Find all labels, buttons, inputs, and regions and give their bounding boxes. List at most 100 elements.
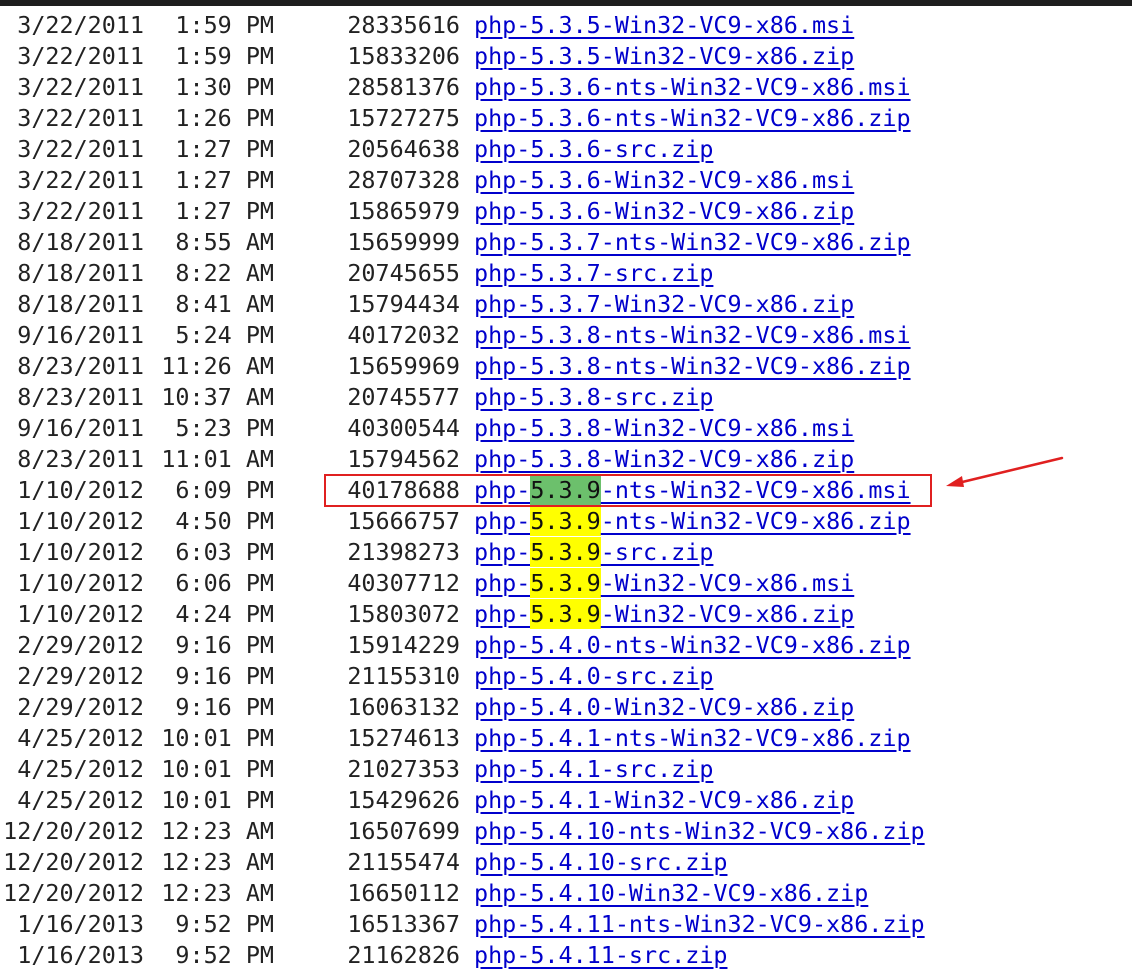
file-size: 15659969 [347,352,460,380]
version-highlight: 5.3.9 [530,475,601,505]
listing-row: 1/10/2012 6:03 PM 21398273 php-5.3.9-src.zi… [0,537,1132,568]
file-time: 1:59 PM [175,11,274,39]
file-link[interactable]: php-5.3.6-src.zip [474,134,713,165]
file-time: 12:23 AM [161,848,274,876]
file-link-suffix: -nts-Win32-VC9-x86.zip [600,507,911,535]
file-date: 8/23/2011 [17,445,144,473]
listing-row: 8/18/2011 8:22 AM 20745655 php-5.3.7-src.zi… [0,258,1132,289]
file-link[interactable]: php-5.4.0-nts-Win32-VC9-x86.zip [474,630,911,661]
file-time: 9:16 PM [175,631,274,659]
file-link[interactable]: php-5.3.5-Win32-VC9-x86.zip [474,41,854,72]
listing-row: 8/23/2011 11:26 AM 15659969 php-5.3.8-nts-W… [0,351,1132,382]
file-date: 12/20/2012 [3,817,144,845]
listing-row: 3/22/2011 1:26 PM 15727275 php-5.3.6-nts-Wi… [0,103,1132,134]
file-size: 15794562 [347,445,460,473]
file-time: 10:01 PM [161,786,274,814]
file-size: 21155474 [347,848,460,876]
file-date: 2/29/2012 [17,693,144,721]
file-link[interactable]: php-5.3.7-Win32-VC9-x86.zip [474,289,854,320]
file-link[interactable]: php-5.3.9-src.zip [474,537,713,568]
file-link[interactable]: php-5.3.7-src.zip [474,258,713,289]
file-link-prefix: php- [474,538,531,566]
file-link[interactable]: php-5.3.6-Win32-VC9-x86.zip [474,196,854,227]
listing-row: 1/10/2012 4:50 PM 15666757 php-5.3.9-nts-Wi… [0,506,1132,537]
file-link[interactable]: php-5.3.7-nts-Win32-VC9-x86.zip [474,227,911,258]
file-date: 8/18/2011 [17,290,144,318]
file-link[interactable]: php-5.3.6-nts-Win32-VC9-x86.zip [474,103,911,134]
listing-row: 2/29/2012 9:16 PM 15914229 php-5.4.0-nts-Wi… [0,630,1132,661]
listing-row: 1/10/2012 4:24 PM 15803072 php-5.3.9-Win32-… [0,599,1132,630]
directory-listing: 3/22/2011 1:59 PM 28335616 php-5.3.5-Win32-… [0,10,1132,971]
window-top-edge [0,0,1132,6]
file-date: 3/22/2011 [17,135,144,163]
file-time: 1:27 PM [175,197,274,225]
file-size: 21027353 [347,755,460,783]
file-link[interactable]: php-5.4.1-Win32-VC9-x86.zip [474,785,854,816]
file-link[interactable]: php-5.3.5-Win32-VC9-x86.msi [474,10,854,41]
file-size: 28581376 [347,73,460,101]
file-date: 9/16/2011 [17,321,144,349]
file-link[interactable]: php-5.4.0-Win32-VC9-x86.zip [474,692,854,723]
file-size: 15274613 [347,724,460,752]
listing-row: 9/16/2011 5:24 PM 40172032 php-5.3.8-nts-Wi… [0,320,1132,351]
file-size: 15727275 [347,104,460,132]
file-size: 15659999 [347,228,460,256]
file-link[interactable]: php-5.3.9-nts-Win32-VC9-x86.zip [474,506,911,537]
file-date: 8/23/2011 [17,352,144,380]
file-time: 5:24 PM [175,321,274,349]
file-time: 1:27 PM [175,166,274,194]
file-link[interactable]: php-5.3.8-Win32-VC9-x86.zip [474,444,854,475]
file-link[interactable]: php-5.3.9-Win32-VC9-x86.msi [474,568,854,599]
file-link[interactable]: php-5.4.10-src.zip [474,847,727,878]
file-link[interactable]: php-5.3.9-nts-Win32-VC9-x86.msi [474,475,911,506]
file-link[interactable]: php-5.4.11-nts-Win32-VC9-x86.zip [474,909,925,940]
file-time: 6:09 PM [175,476,274,504]
file-link-suffix: -Win32-VC9-x86.zip [600,600,855,628]
file-date: 12/20/2012 [3,879,144,907]
file-link-suffix: -Win32-VC9-x86.msi [600,569,855,597]
listing-row: 3/22/2011 1:59 PM 28335616 php-5.3.5-Win32-… [0,10,1132,41]
listing-row: 3/22/2011 1:27 PM 28707328 php-5.3.6-Win32-… [0,165,1132,196]
file-size: 16507699 [347,817,460,845]
listing-row: 1/16/2013 9:52 PM 16513367 php-5.4.11-nts-W… [0,909,1132,940]
file-time: 8:55 AM [175,228,274,256]
file-link[interactable]: php-5.3.8-nts-Win32-VC9-x86.msi [474,320,911,351]
listing-row: 8/18/2011 8:41 AM 15794434 php-5.3.7-Win32-… [0,289,1132,320]
file-time: 8:22 AM [175,259,274,287]
file-link[interactable]: php-5.3.6-nts-Win32-VC9-x86.msi [474,72,911,103]
file-size: 40300544 [347,414,460,442]
file-size: 15803072 [347,600,460,628]
file-size: 16063132 [347,693,460,721]
file-date: 3/22/2011 [17,73,144,101]
listing-row: 3/22/2011 1:59 PM 15833206 php-5.3.5-Win32-… [0,41,1132,72]
file-link[interactable]: php-5.4.10-nts-Win32-VC9-x86.zip [474,816,925,847]
file-link[interactable]: php-5.3.9-Win32-VC9-x86.zip [474,599,854,630]
file-time: 4:50 PM [175,507,274,535]
file-link[interactable]: php-5.4.1-src.zip [474,754,713,785]
listing-row: 8/23/2011 10:37 AM 20745577 php-5.3.8-src.z… [0,382,1132,413]
listing-row: 1/10/2012 6:06 PM 40307712 php-5.3.9-Win32-… [0,568,1132,599]
file-date: 3/22/2011 [17,197,144,225]
listing-row: 1/10/2012 6:09 PM 40178688 php-5.3.9-nts-Wi… [0,475,1132,506]
file-link[interactable]: php-5.4.10-Win32-VC9-x86.zip [474,878,868,909]
file-date: 1/10/2012 [17,538,144,566]
file-size: 15794434 [347,290,460,318]
listing-row: 8/18/2011 8:55 AM 15659999 php-5.3.7-nts-Wi… [0,227,1132,258]
file-link[interactable]: php-5.4.1-nts-Win32-VC9-x86.zip [474,723,911,754]
file-size: 28707328 [347,166,460,194]
listing-row: 9/16/2011 5:23 PM 40300544 php-5.3.8-Win32-… [0,413,1132,444]
version-highlight: 5.3.9 [530,537,601,567]
file-time: 9:16 PM [175,693,274,721]
file-time: 1:30 PM [175,73,274,101]
file-link[interactable]: php-5.3.6-Win32-VC9-x86.msi [474,165,854,196]
file-link[interactable]: php-5.3.8-src.zip [474,382,713,413]
file-link[interactable]: php-5.3.8-nts-Win32-VC9-x86.zip [474,351,911,382]
file-size: 20745655 [347,259,460,287]
file-size: 15914229 [347,631,460,659]
file-link[interactable]: php-5.4.0-src.zip [474,661,713,692]
file-time: 1:26 PM [175,104,274,132]
file-time: 12:23 AM [161,879,274,907]
file-size: 15865979 [347,197,460,225]
file-link[interactable]: php-5.3.8-Win32-VC9-x86.msi [474,413,854,444]
listing-row: 8/23/2011 11:01 AM 15794562 php-5.3.8-Win32… [0,444,1132,475]
